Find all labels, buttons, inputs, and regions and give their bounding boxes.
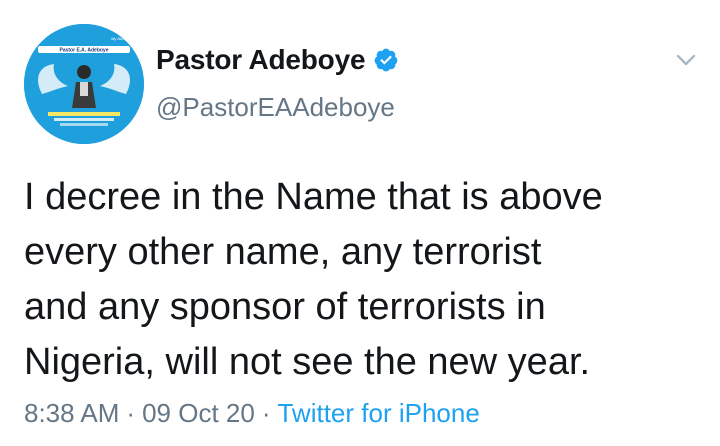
tweet-meta: 8:38 AM · 09 Oct 20 · Twitter for iPhone [24,398,480,429]
author-name-row: Pastor Adeboye [156,44,399,76]
avatar-banner-top: My Abode [111,36,130,41]
author-display-name[interactable]: Pastor Adeboye [156,44,366,76]
author-handle[interactable]: @PastorEAAdeboye [156,92,399,123]
tweet-card: Pastor E.A. Adeboye My Abode Pastor Adeb… [0,0,720,446]
verified-badge-icon [373,47,399,73]
avatar-image: Pastor E.A. Adeboye My Abode [24,24,144,144]
avatar-banner-label: Pastor E.A. Adeboye [60,48,109,54]
chevron-down-icon[interactable] [672,48,700,72]
tweet-date[interactable]: 09 Oct 20 [142,398,255,429]
tweet-text: I decree in the Name that is above every… [24,176,603,383]
author-block: Pastor Adeboye @PastorEAAdeboye [156,44,399,123]
tweet-time[interactable]: 8:38 AM [24,398,119,429]
meta-separator: · [261,398,271,428]
meta-separator: · [126,398,136,428]
tweet-source-link[interactable]: Twitter for iPhone [277,398,479,429]
author-avatar[interactable]: Pastor E.A. Adeboye My Abode [24,24,144,144]
